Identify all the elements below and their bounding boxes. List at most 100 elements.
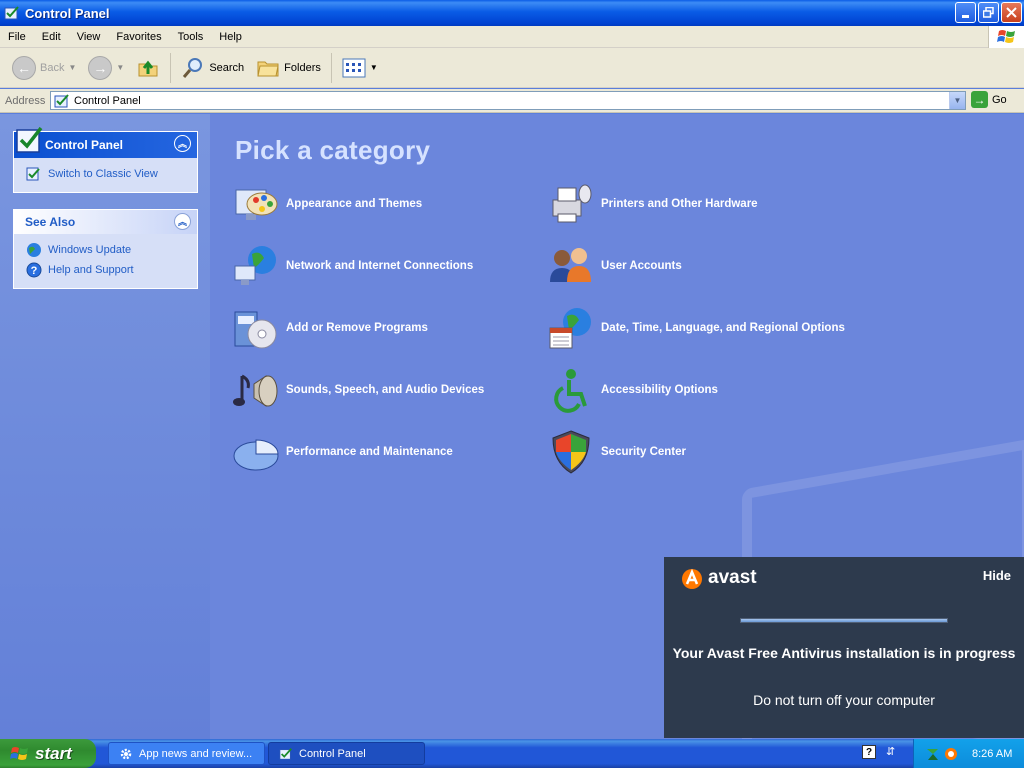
avast-notification: avast Hide Your Avast Free Antivirus ins…	[664, 557, 1024, 738]
address-label: Address	[5, 94, 46, 107]
avast-progress-fill	[741, 619, 947, 622]
see-also-panel: See Also ︽ Windows Update ? Help and Sup…	[13, 209, 198, 289]
help-and-support-label: Help and Support	[48, 264, 134, 276]
up-folder-button[interactable]	[130, 51, 166, 85]
windows-logo-icon	[988, 26, 1024, 48]
taskbar-item-app-news[interactable]: App news and review...	[108, 742, 265, 765]
chevron-down-icon: ▼	[116, 63, 125, 72]
control-panel-icon	[16, 126, 43, 153]
help-icon[interactable]: ?	[862, 745, 876, 759]
up-folder-icon	[138, 60, 158, 76]
control-panel-icon	[4, 6, 19, 20]
search-button[interactable]: Search	[175, 51, 250, 85]
menu-tools[interactable]: Tools	[170, 31, 212, 43]
restore-icon[interactable]: ⇵	[886, 745, 895, 758]
network-connections-icon	[234, 246, 276, 285]
category-add-or-remove-programs[interactable]: Add or Remove Programs	[232, 304, 428, 352]
security-shield-icon	[552, 430, 590, 474]
restore-icon	[983, 7, 994, 18]
task-pane	[0, 114, 210, 739]
control-panel-panel-header[interactable]: Control Panel ︽	[14, 126, 197, 158]
menu-help[interactable]: Help	[211, 31, 250, 43]
go-arrow-icon: →	[971, 91, 988, 108]
help-and-support-link[interactable]: ? Help and Support	[26, 260, 187, 280]
avast-brand-text: avast	[708, 567, 757, 588]
user-accounts-icon	[550, 248, 591, 282]
minimize-button[interactable]	[955, 2, 976, 23]
address-bar: Address Control Panel ▼ → Go	[0, 89, 1024, 113]
collapse-chevron-icon[interactable]: ︽	[174, 213, 191, 230]
views-button[interactable]: ▼	[336, 51, 384, 85]
avast-tray-icon[interactable]	[944, 747, 958, 761]
category-network-and-internet-connections[interactable]: Network and Internet Connections	[232, 242, 473, 290]
folders-button[interactable]: Folders	[250, 51, 327, 85]
category-label: Performance and Maintenance	[286, 446, 453, 458]
menu-file[interactable]: File	[0, 31, 34, 43]
control-panel-icon	[279, 747, 292, 760]
menu-view[interactable]: View	[69, 31, 109, 43]
toolbar-separator	[170, 52, 172, 83]
address-dropdown-button[interactable]: ▼	[949, 92, 965, 109]
control-panel-panel-title: Control Panel	[45, 138, 124, 152]
start-button[interactable]: start	[0, 739, 96, 768]
avast-hide-button[interactable]: Hide	[983, 568, 1011, 583]
back-button[interactable]: ← Back ▼	[6, 51, 82, 85]
forward-button[interactable]: → ▼	[82, 51, 130, 85]
sounds-audio-icon	[233, 374, 278, 407]
category-accessibility-options[interactable]: Accessibility Options	[547, 366, 718, 414]
toolbar: ← Back ▼ → ▼ Search Folders ▼	[0, 48, 1024, 88]
go-button[interactable]: → Go	[971, 91, 1007, 108]
system-tray: 8:26 AM	[913, 739, 1024, 768]
classic-view-icon	[26, 167, 40, 181]
views-icon	[342, 58, 366, 77]
taskbar: start App news and review... Control Pan…	[0, 739, 1024, 768]
windows-update-label: Windows Update	[48, 244, 132, 256]
performance-maintenance-icon	[233, 439, 279, 471]
taskbar-item-label: Control Panel	[299, 747, 366, 760]
go-label: Go	[992, 93, 1007, 106]
address-input[interactable]: Control Panel ▼	[50, 91, 966, 110]
taskbar-item-control-panel[interactable]: Control Panel	[268, 742, 425, 765]
help-icon: ?	[26, 262, 42, 278]
taskbar-item-label: App news and review...	[139, 747, 253, 760]
windows-update-link[interactable]: Windows Update	[26, 240, 187, 260]
switch-to-classic-view-label: Switch to Classic View	[48, 168, 158, 180]
network-tray-icon[interactable]	[926, 747, 940, 761]
category-performance-and-maintenance[interactable]: Performance and Maintenance	[232, 428, 453, 476]
close-button[interactable]	[1001, 2, 1022, 23]
back-arrow-icon: ←	[12, 55, 36, 80]
window-title: Control Panel	[25, 5, 110, 21]
windows-logo-icon	[10, 746, 28, 760]
category-label: Accessibility Options	[601, 384, 718, 396]
clock: 8:26 AM	[972, 747, 1013, 760]
category-label: Add or Remove Programs	[286, 322, 428, 334]
category-security-center[interactable]: Security Center	[547, 428, 686, 476]
category-user-accounts[interactable]: User Accounts	[547, 242, 682, 290]
appearance-themes-icon	[235, 189, 278, 220]
category-appearance-and-themes[interactable]: Appearance and Themes	[232, 180, 422, 228]
category-sounds-speech-audio[interactable]: Sounds, Speech, and Audio Devices	[232, 366, 484, 414]
page-title: Pick a category	[235, 135, 431, 165]
collapse-chevron-icon[interactable]: ︽	[174, 135, 191, 152]
category-printers-and-other-hardware[interactable]: Printers and Other Hardware	[547, 180, 758, 228]
address-value: Control Panel	[74, 94, 141, 107]
close-icon	[1006, 7, 1017, 18]
menu-edit[interactable]: Edit	[34, 31, 69, 43]
category-label: Printers and Other Hardware	[601, 198, 758, 210]
title-bar[interactable]: Control Panel	[0, 0, 1024, 26]
see-also-panel-header[interactable]: See Also ︽	[14, 210, 197, 234]
gear-icon	[120, 748, 132, 759]
folders-label: Folders	[284, 61, 321, 74]
folder-icon	[257, 61, 279, 76]
control-panel-task-panel: Control Panel ︽ Switch to Classic View	[13, 126, 198, 193]
restore-button[interactable]	[978, 2, 999, 23]
category-date-time-language-regional[interactable]: Date, Time, Language, and Regional Optio…	[547, 304, 845, 352]
switch-to-classic-view-link[interactable]: Switch to Classic View	[26, 164, 187, 184]
menu-bar: File Edit View Favorites Tools Help	[0, 26, 1024, 48]
printers-hardware-icon	[552, 184, 592, 223]
avast-message: Your Avast Free Antivirus installation i…	[672, 645, 1016, 661]
avast-sub-message: Do not turn off your computer	[753, 692, 935, 708]
category-label: Appearance and Themes	[286, 198, 423, 210]
menu-favorites[interactable]: Favorites	[108, 31, 169, 43]
chevron-down-icon: ▼	[369, 63, 378, 72]
